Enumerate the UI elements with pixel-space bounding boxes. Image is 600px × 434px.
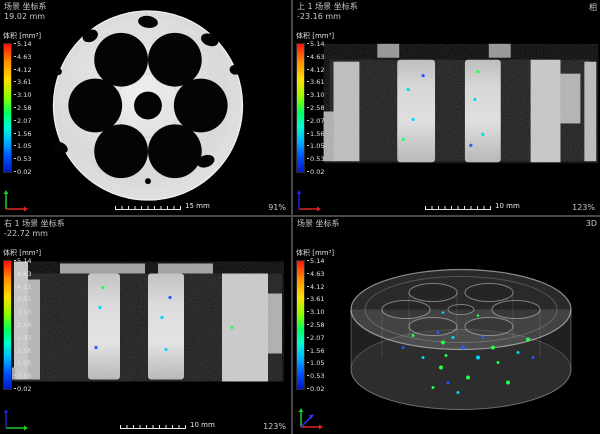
view-label: 场景 坐标系 bbox=[4, 2, 47, 12]
ct-inspection-app: 场景 坐标系 19.02 mm 体积 [mm³] 5.144.634.123.6… bbox=[0, 0, 600, 434]
viewport-header: 上 1 场景 坐标系 -23.16 mm bbox=[297, 2, 358, 22]
zoom-level: 123% bbox=[263, 422, 286, 431]
colorbar-tick-label: 1.56 bbox=[14, 131, 31, 137]
colorbar-tick-label: 4.63 bbox=[307, 54, 324, 60]
view-label: 右 1 场景 坐标系 bbox=[4, 219, 65, 229]
3d-render-image[interactable] bbox=[293, 217, 600, 434]
colorbar-tick-label: 2.58 bbox=[14, 105, 31, 111]
viewport-header: 右 1 场景 坐标系 -22.72 mm bbox=[4, 219, 65, 239]
scale-ruler: 10 mm bbox=[425, 202, 520, 210]
front-slice-image[interactable] bbox=[293, 0, 600, 215]
colorbar-tick-label: 4.12 bbox=[14, 284, 31, 290]
colorbar-tick-label: 1.05 bbox=[14, 143, 31, 149]
view-label: 上 1 场景 坐标系 bbox=[297, 2, 358, 12]
viewport-header: 场景 坐标系 bbox=[297, 219, 340, 229]
colorbar-tick-label: 0.53 bbox=[307, 156, 324, 162]
colorbar-tick-label: 0.02 bbox=[14, 169, 31, 175]
colorbar-tick-label: 0.53 bbox=[14, 373, 31, 379]
scale-ruler: 10 mm bbox=[120, 421, 215, 429]
viewport-bottom-left: 右 1 场景 坐标系 -22.72 mm 体积 [mm³] 5.144.634.… bbox=[0, 217, 291, 434]
ruler-ticks bbox=[425, 205, 491, 210]
colorbar-tick-label: 4.63 bbox=[14, 271, 31, 277]
colorbar-tick-label: 0.02 bbox=[307, 169, 324, 175]
colorbar-tick-label: 3.10 bbox=[14, 92, 31, 98]
colorbar-tick-label: 2.07 bbox=[307, 335, 324, 341]
axis-triad-icon bbox=[2, 408, 28, 432]
colorbar-ticks: 5.14 4.63 4.12 3.61 3.10 2.58 2.07 1.56 1.05 0.53… bbox=[307, 41, 324, 175]
colorbar-tick-label: 4.63 bbox=[14, 54, 31, 60]
colorbar-gradient[interactable] bbox=[296, 43, 305, 173]
colorbar-tick-label: 0.02 bbox=[14, 386, 31, 392]
axis-triad-icon bbox=[295, 189, 321, 213]
viewport-top-right: 上 1 场景 坐标系 -23.16 mm 相 体积 [mm³] 5.144.63… bbox=[293, 0, 600, 215]
colorbar-tick-label: 5.14 bbox=[14, 258, 31, 264]
ruler-label: 15 mm bbox=[185, 202, 210, 210]
colorbar-tick-label: 1.56 bbox=[14, 348, 31, 354]
colorbar-tick-label: 1.05 bbox=[307, 360, 324, 366]
colorbar-tick-label: 2.07 bbox=[14, 335, 31, 341]
colorbar-tick-label: 3.10 bbox=[307, 92, 324, 98]
volume-colorbar: 体积 [mm³] 5.144.634.123.613.102.582.071.5… bbox=[296, 31, 334, 175]
colorbar-tick-label: 1.56 bbox=[307, 348, 324, 354]
ruler-ticks bbox=[120, 424, 186, 429]
colorbar-ticks: 5.14 4.63 4.12 3.61 3.10 2.58 2.07 1.56 1.05 0.53… bbox=[14, 258, 31, 392]
colorbar-gradient[interactable] bbox=[3, 260, 12, 390]
colorbar-tick-label: 4.12 bbox=[14, 67, 31, 73]
view-label: 场景 坐标系 bbox=[297, 219, 340, 229]
colorbar-ticks: 5.14 4.63 4.12 3.61 3.10 2.58 2.07 1.56 1.05 0.53… bbox=[307, 258, 324, 392]
axial-slice-image[interactable] bbox=[0, 0, 291, 215]
colorbar-tick-label: 5.14 bbox=[307, 258, 324, 264]
scale-ruler: 15 mm bbox=[115, 202, 210, 210]
colorbar-tick-label: 1.56 bbox=[307, 131, 324, 137]
volume-colorbar: 体积 [mm³] 5.144.634.123.613.102.582.071.5… bbox=[296, 248, 334, 392]
colorbar-tick-label: 3.61 bbox=[307, 296, 324, 302]
colorbar-tick-label: 2.58 bbox=[14, 322, 31, 328]
colorbar-tick-label: 2.58 bbox=[307, 322, 324, 328]
colorbar-gradient[interactable] bbox=[3, 43, 12, 173]
volume-colorbar: 体积 [mm³] 5.144.634.123.613.102.582.071.5… bbox=[3, 248, 41, 392]
colorbar-gradient[interactable] bbox=[296, 260, 305, 390]
colorbar-tick-label: 4.12 bbox=[307, 284, 324, 290]
colorbar-tick-label: 3.10 bbox=[307, 309, 324, 315]
axis-triad-3d-icon bbox=[295, 406, 323, 432]
colorbar-tick-label: 5.14 bbox=[307, 41, 324, 47]
colorbar-tick-label: 2.07 bbox=[307, 118, 324, 124]
colorbar-tick-label: 3.61 bbox=[307, 79, 324, 85]
viewport-3d: 场景 坐标系 3D 体积 [mm³] 5.144.634.123.613.102… bbox=[293, 217, 600, 434]
colorbar-tick-label: 4.12 bbox=[307, 67, 324, 73]
colorbar-tick-label: 2.07 bbox=[14, 118, 31, 124]
axis-triad-icon bbox=[2, 189, 28, 213]
colorbar-tick-label: 1.05 bbox=[14, 360, 31, 366]
colorbar-tick-label: 3.61 bbox=[14, 296, 31, 302]
slice-position: -23.16 mm bbox=[297, 12, 358, 22]
colorbar-ticks: 5.14 4.63 4.12 3.61 3.10 2.58 2.07 1.56 1.05 0.53… bbox=[14, 41, 31, 175]
colorbar-tick-label: 0.53 bbox=[307, 373, 324, 379]
ruler-label: 10 mm bbox=[495, 202, 520, 210]
colorbar-tick-label: 3.61 bbox=[14, 79, 31, 85]
zoom-level: 123% bbox=[572, 203, 595, 212]
slice-position: 19.02 mm bbox=[4, 12, 47, 22]
corner-label: 相 bbox=[589, 2, 597, 13]
colorbar-tick-label: 5.14 bbox=[14, 41, 31, 47]
viewport-header: 场景 坐标系 19.02 mm bbox=[4, 2, 47, 22]
ruler-ticks bbox=[115, 205, 181, 210]
colorbar-tick-label: 1.05 bbox=[307, 143, 324, 149]
slice-position: -22.72 mm bbox=[4, 229, 65, 239]
colorbar-tick-label: 4.63 bbox=[307, 271, 324, 277]
ruler-label: 10 mm bbox=[190, 421, 215, 429]
colorbar-tick-label: 0.02 bbox=[307, 386, 324, 392]
view-mode-label: 3D bbox=[586, 219, 597, 228]
zoom-level: 91% bbox=[268, 203, 286, 212]
side-slice-image[interactable] bbox=[0, 217, 291, 434]
viewport-top-left: 场景 坐标系 19.02 mm 体积 [mm³] 5.144.634.123.6… bbox=[0, 0, 291, 215]
volume-colorbar: 体积 [mm³] 5.144.634.123.613.102.582.071.5… bbox=[3, 31, 41, 175]
colorbar-tick-label: 2.58 bbox=[307, 105, 324, 111]
colorbar-tick-label: 3.10 bbox=[14, 309, 31, 315]
colorbar-tick-label: 0.53 bbox=[14, 156, 31, 162]
